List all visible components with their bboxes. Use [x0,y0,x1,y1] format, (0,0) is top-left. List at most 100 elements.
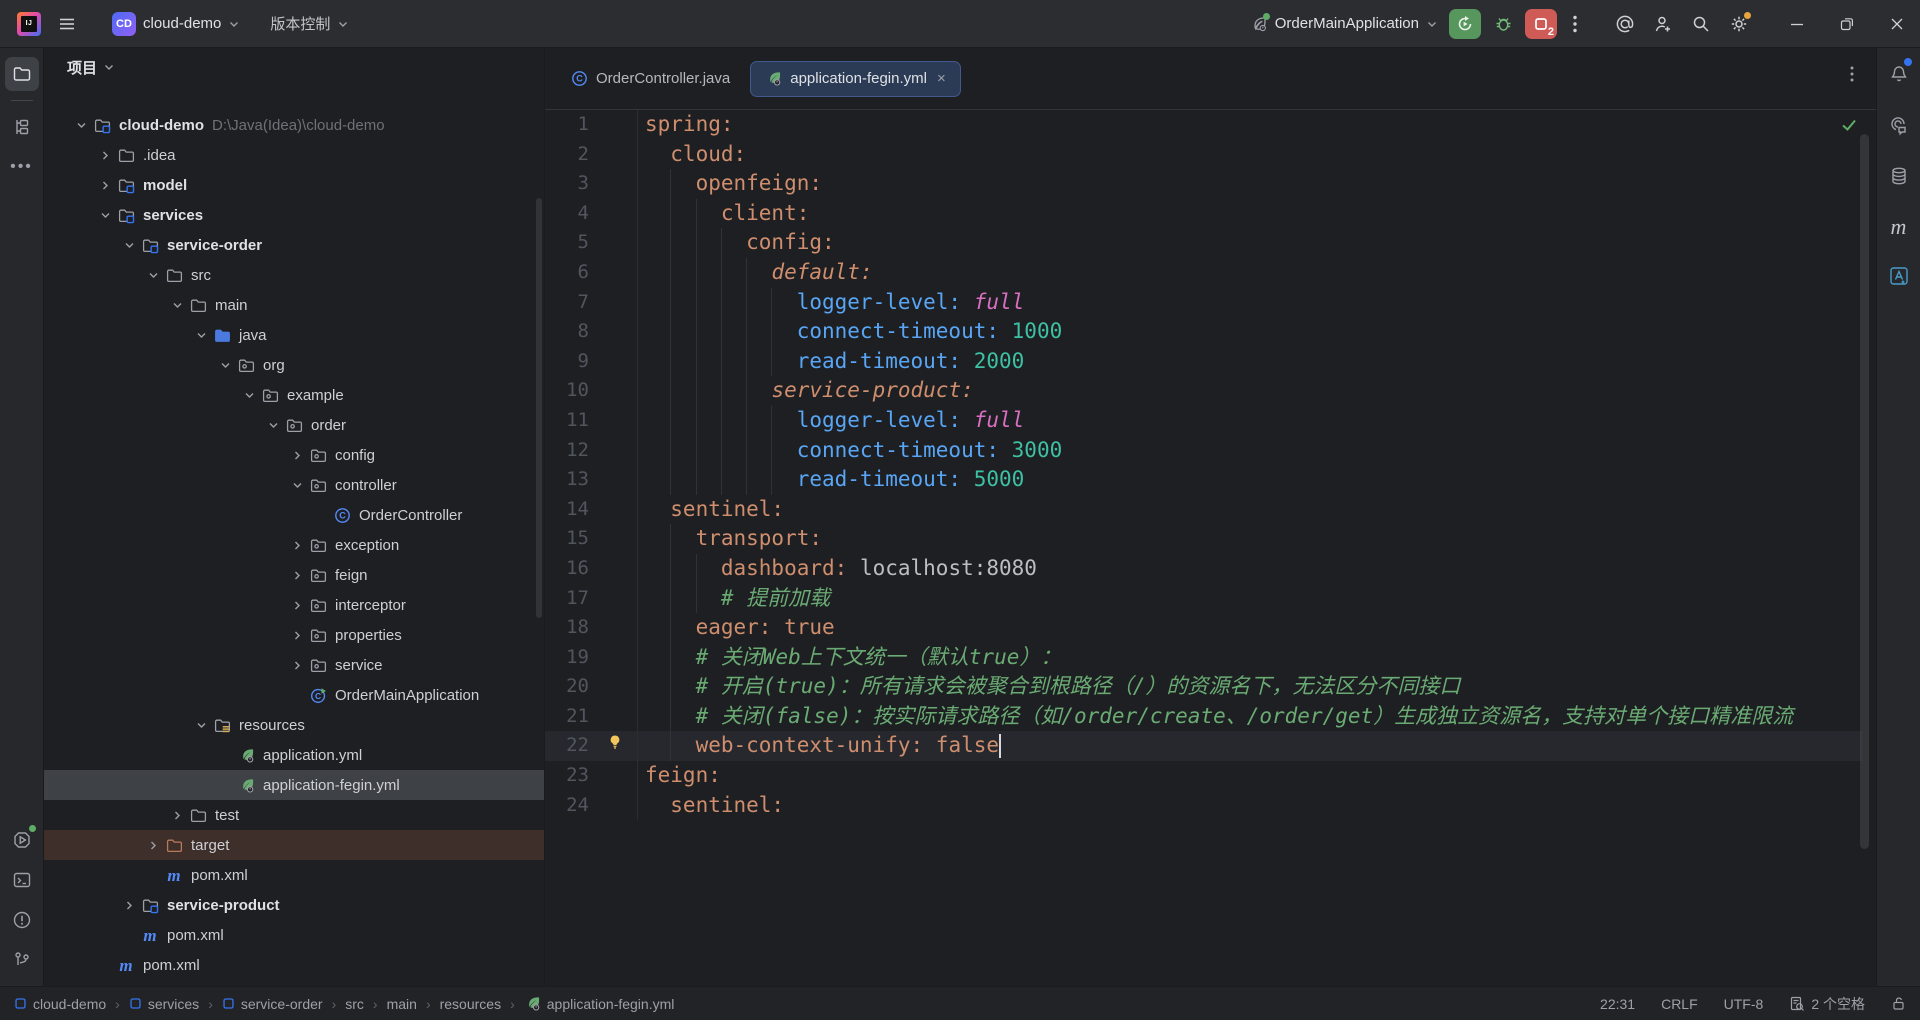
project-tool-window-button[interactable] [4,57,39,91]
tree-item-resources[interactable]: resources [44,710,544,740]
code-line-23[interactable]: 23 feign: [545,761,1862,791]
tree-item-model[interactable]: model [44,170,544,200]
code-line-8[interactable]: 8 connect-timeout: 1000 [545,317,1862,347]
code-line-24[interactable]: 24 sentinel: [545,790,1862,821]
tree-item-order[interactable]: order [44,410,544,440]
debug-button[interactable] [1487,9,1519,39]
tree-toggle[interactable] [94,149,116,162]
project-widget[interactable]: CD cloud-demo [104,8,248,40]
tree-item-.idea[interactable]: .idea [44,140,544,170]
code-line-3[interactable]: 3 openfeign: [545,169,1862,199]
tree-item-org[interactable]: org [44,350,544,380]
tree-item-service-order[interactable]: service-order [44,230,544,260]
run-configuration-widget[interactable]: OrderMainApplication [1244,11,1444,37]
more-tool-windows-button[interactable]: ••• [5,150,39,184]
tree-item-ordermainapplication[interactable]: C OrderMainApplication [44,680,544,710]
tree-toggle[interactable] [166,809,188,822]
tree-toggle[interactable] [286,629,308,642]
main-menu-button[interactable] [52,9,82,39]
code-line-14[interactable]: 14 sentinel: [545,494,1862,525]
tree-toggle[interactable] [286,659,308,672]
notifications-button[interactable] [1882,57,1916,91]
tree-toggle[interactable] [262,419,284,432]
code-line-17[interactable]: 17 # 提前加载 [545,583,1862,614]
tree-item-ordercontroller[interactable]: C OrderController [44,500,544,530]
tree-toggle[interactable] [190,719,212,732]
code-line-1[interactable]: 1 spring: [545,110,1862,140]
tree-toggle[interactable] [286,479,308,492]
caret-position-widget[interactable]: 22:31 [1600,996,1635,1012]
tree-toggle[interactable] [286,539,308,552]
editor-scrollbar[interactable] [1860,134,1869,849]
tree-item-properties[interactable]: properties [44,620,544,650]
line-separator-widget[interactable]: CRLF [1661,996,1698,1012]
code-with-me-button[interactable] [1646,9,1680,39]
tree-toggle[interactable] [214,359,236,372]
code-line-12[interactable]: 12 connect-timeout: 3000 [545,435,1862,466]
breadcrumb-src[interactable]: src [345,996,364,1012]
code-line-11[interactable]: 11 logger-level: full [545,405,1862,436]
tree-item-example[interactable]: example [44,380,544,410]
tree-item-service-product[interactable]: service-product [44,890,544,920]
translation-button[interactable] [1882,259,1916,293]
tree-item-main[interactable]: main [44,290,544,320]
git-tool-window-button[interactable] [5,943,39,977]
code-line-15[interactable]: 15 transport: [545,524,1862,554]
structure-tool-window-button[interactable] [5,110,39,144]
code-line-22[interactable]: 22 web-context-unify: false [545,731,1862,762]
problems-tool-window-button[interactable] [5,903,39,937]
project-tree-scrollbar[interactable] [536,198,542,618]
code-line-16[interactable]: 16 dashboard: localhost:8080 [545,553,1862,584]
breadcrumb-application-fegin.yml[interactable]: application-fegin.yml [524,995,674,1012]
services-tool-window-button[interactable] [5,823,39,857]
search-everywhere-button[interactable] [1684,9,1718,39]
ai-assistant-button[interactable] [1882,108,1916,142]
editor-tab-application-fegin.yml[interactable]: application-fegin.yml × [750,60,961,97]
breadcrumb-cloud-demo[interactable]: cloud-demo [14,996,106,1012]
tree-item-java[interactable]: java [44,320,544,350]
window-restore-button[interactable] [1824,0,1870,47]
window-minimize-button[interactable] [1774,0,1820,47]
code-line-18[interactable]: 18 eager: true [545,613,1862,643]
tree-toggle[interactable] [190,329,212,342]
window-close-button[interactable] [1874,0,1920,47]
code-line-7[interactable]: 7 logger-level: full [545,287,1862,318]
code-line-19[interactable]: 19 # 关闭Web上下文统一（默认true）： [545,642,1862,673]
code-line-6[interactable]: 6 default: [545,257,1862,288]
tree-item-feign[interactable]: feign [44,560,544,590]
tree-item-cloud-demo[interactable]: cloud-demo D:\Java(Idea)\cloud-demo [44,110,544,140]
database-button[interactable] [1882,159,1916,193]
settings-button[interactable] [1722,9,1756,39]
chevron-down-icon[interactable] [103,61,115,73]
tree-toggle[interactable] [142,269,164,282]
tree-item-target[interactable]: target [44,830,544,860]
tree-item-service[interactable]: service [44,650,544,680]
breadcrumb-services[interactable]: services [129,996,199,1012]
tree-toggle[interactable] [286,449,308,462]
tree-item-interceptor[interactable]: interceptor [44,590,544,620]
code-line-21[interactable]: 21 # 关闭(false)：按实际请求路径（如/order/create、/o… [545,701,1862,732]
tree-item-services[interactable]: services [44,200,544,230]
tree-item-pom.xml[interactable]: m pom.xml [44,860,544,890]
code-line-13[interactable]: 13 read-timeout: 5000 [545,465,1862,495]
tree-toggle[interactable] [142,839,164,852]
tree-item-controller[interactable]: controller [44,470,544,500]
maven-tool-window-button[interactable]: m [1882,210,1916,244]
code-editor[interactable]: 1 spring: 2 cloud: 3 openfeign: 4 client: 5 c… [545,110,1862,821]
tree-toggle[interactable] [94,179,116,192]
ai-mentions-button[interactable] [1608,9,1642,39]
tab-close-icon[interactable]: × [937,70,946,87]
code-line-20[interactable]: 20 # 开启(true)：所有请求会被聚合到根路径（/）的资源名下，无法区分不… [545,672,1862,702]
idea-logo[interactable]: IJ [14,9,44,39]
code-line-9[interactable]: 9 read-timeout: 2000 [545,346,1862,377]
tree-toggle[interactable] [70,119,92,132]
more-actions-button[interactable] [1562,9,1588,39]
tree-item-application.yml[interactable]: application.yml [44,740,544,770]
editor-tab-ordercontroller.java[interactable]: C OrderController.java [557,61,744,97]
tree-toggle[interactable] [238,389,260,402]
tree-item-pom.xml[interactable]: m pom.xml [44,920,544,950]
tree-toggle[interactable] [286,569,308,582]
vcs-widget[interactable]: 版本控制 [262,9,357,38]
encoding-widget[interactable]: UTF-8 [1724,996,1764,1012]
tree-item-application-fegin.yml[interactable]: application-fegin.yml [44,770,544,800]
